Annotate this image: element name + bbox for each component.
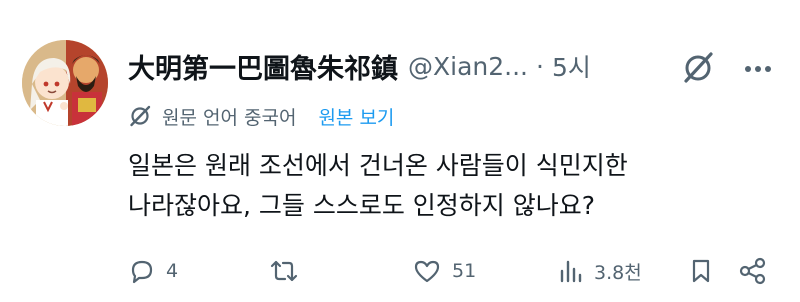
tweet-text-line: 일본은 원래 조선에서 건너온 사람들이 식민지한 xyxy=(128,151,628,180)
translation-note: 원문 언어 중국어 xyxy=(162,106,297,129)
retweet-icon xyxy=(270,260,298,282)
grok-icon xyxy=(684,52,713,83)
share-button[interactable] xyxy=(738,252,768,290)
bookmark-icon xyxy=(692,259,710,283)
tweet-header: 大明第一巴圖魯朱祁鎮 @Xian2... · 5시 xyxy=(128,44,728,88)
share-icon xyxy=(739,257,766,285)
show-original-link[interactable]: 원본 보기 xyxy=(318,103,394,130)
reply-button[interactable]: 4 xyxy=(128,252,178,290)
views-count: 3.8천 xyxy=(594,261,642,284)
bookmark-button[interactable] xyxy=(688,252,714,290)
tweet[interactable]: 大明第一巴圖魯朱祁鎮 @Xian2... · 5시 원문 언어 중국어 원본 보… xyxy=(0,0,800,302)
timestamp[interactable]: 5시 xyxy=(552,48,591,84)
views-button[interactable]: 3.8천 xyxy=(556,252,642,290)
more-icon-dot xyxy=(755,66,761,72)
retweet-button[interactable] xyxy=(268,252,310,290)
like-count: 51 xyxy=(452,260,477,282)
reply-icon xyxy=(131,260,153,284)
views-icon xyxy=(560,260,582,283)
more-icon-dot xyxy=(765,66,771,72)
action-bar: 4 51 3.8천 xyxy=(128,252,778,290)
display-name[interactable]: 大明第一巴圖魯朱祁鎮 xyxy=(128,47,398,86)
more-button[interactable] xyxy=(738,54,778,84)
translation-row: 원문 언어 중국어 원본 보기 xyxy=(128,100,394,132)
grok-translate-icon xyxy=(128,103,154,129)
tweet-text-line: 나라잖아요, 그들 스스로도 인정하지 않나요? xyxy=(128,191,596,220)
separator-dot: · xyxy=(535,51,544,81)
tweet-text: 일본은 원래 조선에서 건너온 사람들이 식민지한 나라잖아요, 그들 스스로도… xyxy=(128,146,768,226)
avatar[interactable] xyxy=(22,40,108,126)
like-button[interactable]: 51 xyxy=(412,252,476,290)
avatar-illustration-icon xyxy=(22,40,108,126)
reply-count: 4 xyxy=(166,260,179,282)
grok-button[interactable] xyxy=(676,46,720,90)
heart-icon xyxy=(414,260,440,283)
more-icon xyxy=(745,66,751,72)
user-handle[interactable]: @Xian2... xyxy=(408,52,528,81)
